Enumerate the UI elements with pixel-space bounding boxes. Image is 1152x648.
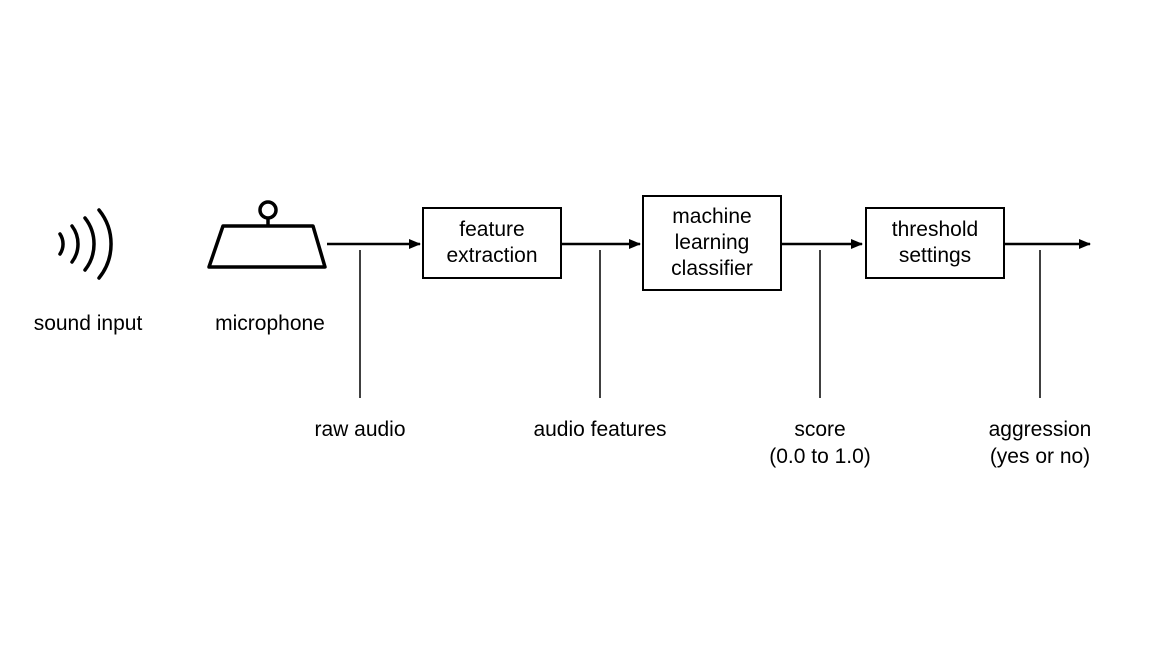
label-aggression: aggression (yes or no) xyxy=(960,416,1120,471)
label-score: score (0.0 to 1.0) xyxy=(740,416,900,471)
diagram-svg xyxy=(0,0,1152,648)
diagram-pipeline: feature extraction machine learning clas… xyxy=(0,0,1152,648)
label-audio-features: audio features xyxy=(520,416,680,443)
box-feature-extraction: feature extraction xyxy=(422,207,562,279)
label-microphone: microphone xyxy=(180,310,360,337)
box-ml-classifier: machine learning classifier xyxy=(642,195,782,291)
microphone-icon xyxy=(209,202,325,267)
box-threshold-settings: threshold settings xyxy=(865,207,1005,279)
sound-waves-icon xyxy=(60,210,111,278)
label-raw-audio: raw audio xyxy=(290,416,430,443)
label-sound-input: sound input xyxy=(18,310,158,337)
